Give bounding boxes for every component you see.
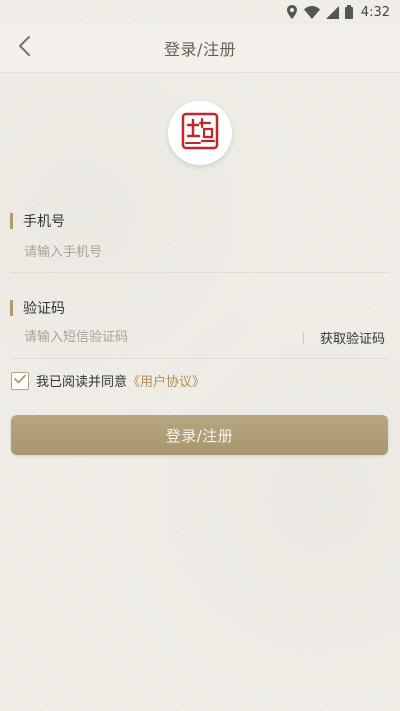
back-button[interactable] [12,36,36,60]
app-logo [168,101,232,165]
code-divider [10,358,390,359]
label-accent-bar [10,300,13,316]
agree-checkbox[interactable] [11,371,29,390]
login-register-button[interactable]: 登录/注册 [11,415,388,455]
code-input[interactable] [24,325,294,349]
seal-logo-icon [180,111,220,155]
agreement-row: 我已阅读并同意 《用户协议》 [11,371,205,390]
wifi-icon [303,5,320,19]
battery-icon [344,5,353,19]
location-icon [286,5,298,19]
user-agreement-link[interactable]: 《用户协议》 [127,371,205,390]
checkmark-icon [14,373,26,388]
get-code-button[interactable]: 获取验证码 [320,328,385,347]
phone-input[interactable] [24,240,294,264]
phone-label-text: 手机号 [23,214,65,230]
code-label: 验证码 [10,298,65,318]
label-accent-bar [10,213,13,229]
chevron-left-icon [17,35,31,61]
app-header: 登录/注册 [0,24,400,73]
agreement-text: 我已阅读并同意 [36,375,128,390]
signal-icon [325,5,339,19]
phone-divider [10,272,390,273]
code-separator [303,332,304,344]
status-bar: 4:32 [0,0,400,24]
code-label-text: 验证码 [23,301,65,317]
status-time: 4:32 [360,4,390,20]
phone-label: 手机号 [10,211,65,231]
page-title: 登录/注册 [164,40,236,59]
